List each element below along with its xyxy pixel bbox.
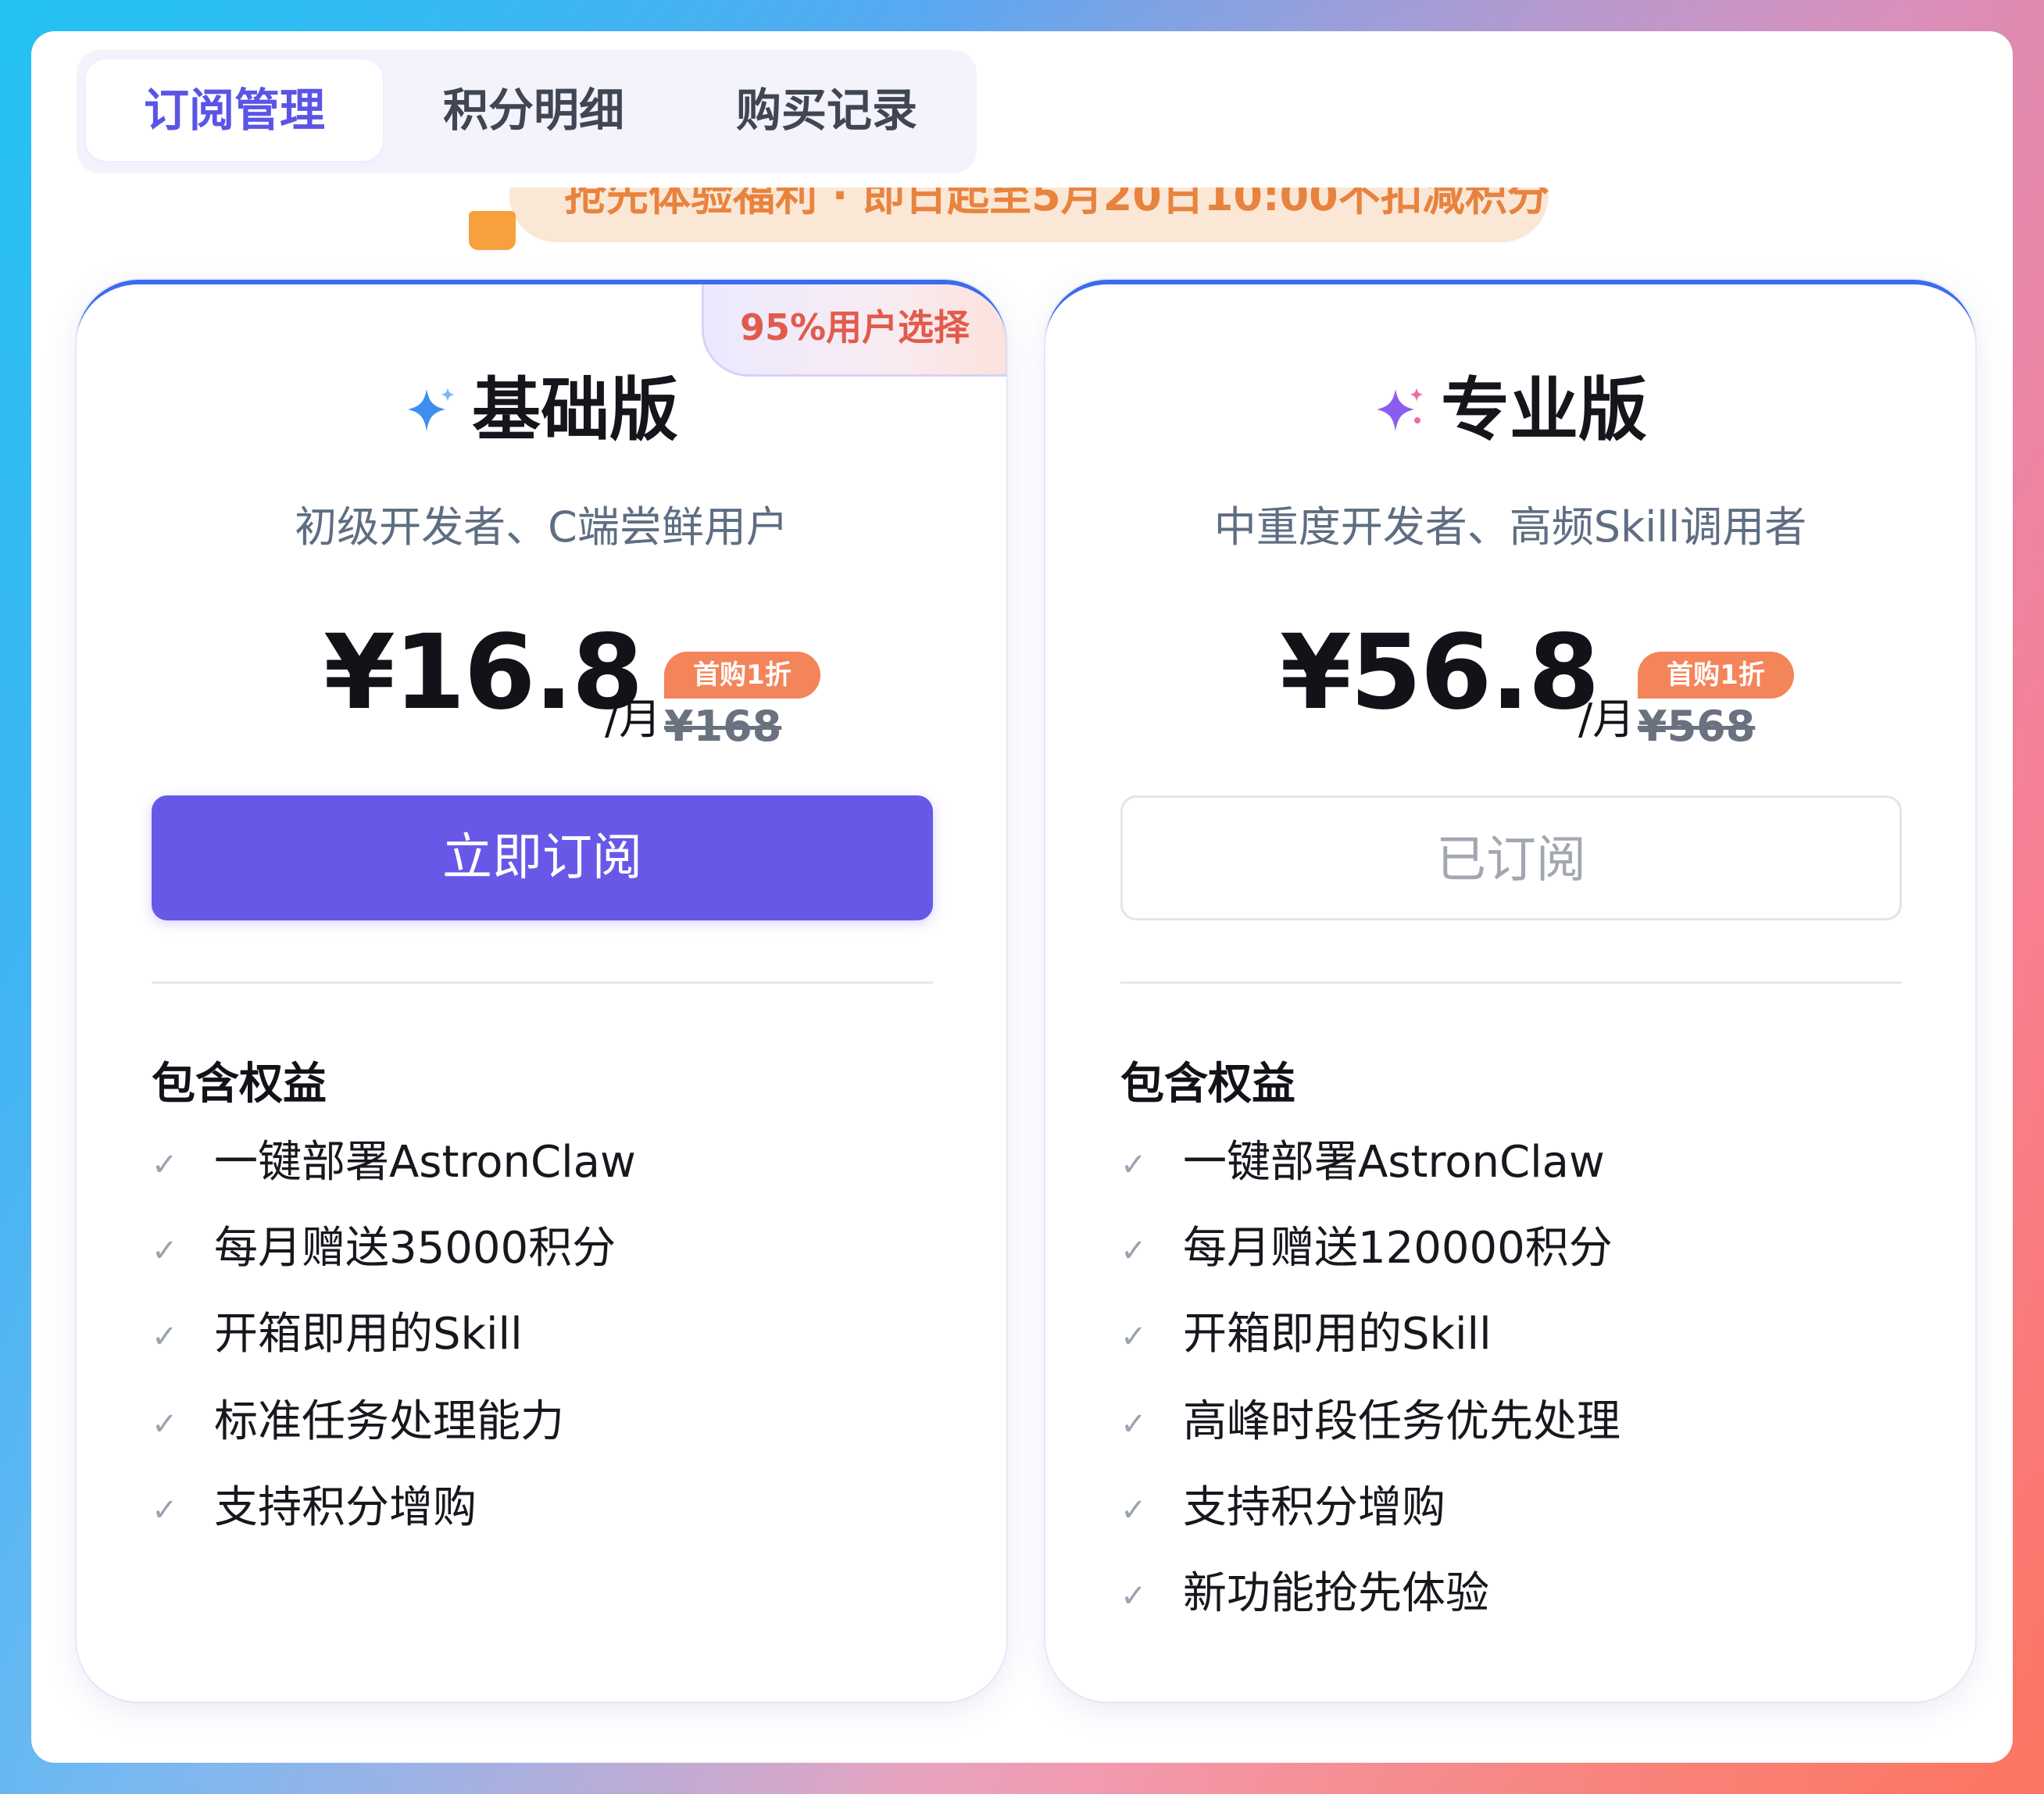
benefits-title: 包含权益 xyxy=(1120,1059,1295,1110)
price-unit: /月 xyxy=(1578,695,1635,744)
plan-title: 专业版 xyxy=(1045,355,1975,454)
original-price: ¥568 xyxy=(1638,702,1756,751)
gift-icon xyxy=(469,211,516,250)
check-icon: ✓ xyxy=(152,1147,178,1183)
tab-purchase-history[interactable]: 购买记录 xyxy=(686,59,967,161)
subscribed-button[interactable]: 已订阅 xyxy=(1120,795,1902,920)
benefit-item: ✓ 支持积分增购 xyxy=(1120,1477,1445,1539)
plan-title: 基础版 xyxy=(77,355,1006,454)
discount-badge: 首购1折 xyxy=(664,652,820,699)
check-icon: ✓ xyxy=(1120,1147,1147,1183)
plan-card-pro: 专业版 中重度开发者、高频Skill调用者 ¥56.8 /月 首购1折 ¥568… xyxy=(1045,280,1975,1702)
check-icon: ✓ xyxy=(1120,1578,1147,1614)
benefit-item: ✓ 高峰时段任务优先处理 xyxy=(1120,1391,1621,1453)
tab-subscription-management[interactable]: 订阅管理 xyxy=(86,59,383,161)
subscribe-button[interactable]: 立即订阅 xyxy=(152,795,933,920)
benefit-item: ✓ 开箱即用的Skill xyxy=(1120,1303,1492,1366)
check-icon: ✓ xyxy=(152,1319,178,1355)
subscription-panel: 订阅管理 积分明细 购买记录 抢先体验福利 · 即日起至5月20日10:00不扣… xyxy=(31,31,2013,1763)
original-price: ¥168 xyxy=(664,702,782,751)
plan-name: 基础版 xyxy=(471,370,678,450)
plan-subtitle: 中重度开发者、高频Skill调用者 xyxy=(1213,502,1807,552)
check-icon: ✓ xyxy=(1120,1406,1147,1442)
check-icon: ✓ xyxy=(1120,1319,1147,1355)
divider xyxy=(152,981,933,984)
benefit-item: ✓ 每月赠送120000积分 xyxy=(1120,1217,1613,1280)
promo-text: 抢先体验福利 · 即日起至5月20日10:00不扣减积分 xyxy=(564,188,1549,220)
benefit-item: ✓ 开箱即用的Skill xyxy=(152,1303,523,1366)
price-block: ¥56.8 /月 首购1折 ¥568 xyxy=(1045,597,1975,753)
plan-subtitle: 初级开发者、C端尝鲜用户 xyxy=(295,502,788,552)
check-icon: ✓ xyxy=(1120,1233,1147,1269)
tab-points-details[interactable]: 积分明细 xyxy=(397,59,670,161)
benefit-item: ✓ 一键部署AstronClaw xyxy=(1120,1131,1605,1194)
check-icon: ✓ xyxy=(152,1233,178,1269)
discount-badge: 首购1折 xyxy=(1638,652,1794,699)
price-unit: /月 xyxy=(605,695,662,744)
sparkle-icon xyxy=(1376,388,1424,432)
benefit-item: ✓ 新功能抢先体验 xyxy=(1120,1563,1489,1625)
check-icon: ✓ xyxy=(1120,1492,1147,1528)
plan-card-basic: 95%用户选择 基础版 初级开发者、C端尝鲜用户 ¥16.8 /月 首购1折 ¥… xyxy=(77,280,1006,1702)
benefit-item: ✓ 支持积分增购 xyxy=(152,1477,477,1539)
tab-bar: 订阅管理 积分明细 购买记录 xyxy=(77,50,977,173)
sparkle-icon xyxy=(407,388,455,432)
benefit-item: ✓ 一键部署AstronClaw xyxy=(152,1131,636,1194)
benefit-item: ✓ 每月赠送35000积分 xyxy=(152,1217,616,1280)
price-block: ¥16.8 /月 首购1折 ¥168 xyxy=(77,597,1006,753)
price: ¥16.8 xyxy=(323,613,644,733)
check-icon: ✓ xyxy=(152,1492,178,1528)
price: ¥56.8 xyxy=(1280,613,1600,733)
benefits-title: 包含权益 xyxy=(152,1059,327,1110)
divider xyxy=(1120,981,1902,984)
plan-name: 专业版 xyxy=(1440,370,1647,450)
check-icon: ✓ xyxy=(152,1406,178,1442)
promo-banner: 抢先体验福利 · 即日起至5月20日10:00不扣减积分 xyxy=(509,188,1549,242)
benefit-item: ✓ 标准任务处理能力 xyxy=(152,1391,564,1453)
